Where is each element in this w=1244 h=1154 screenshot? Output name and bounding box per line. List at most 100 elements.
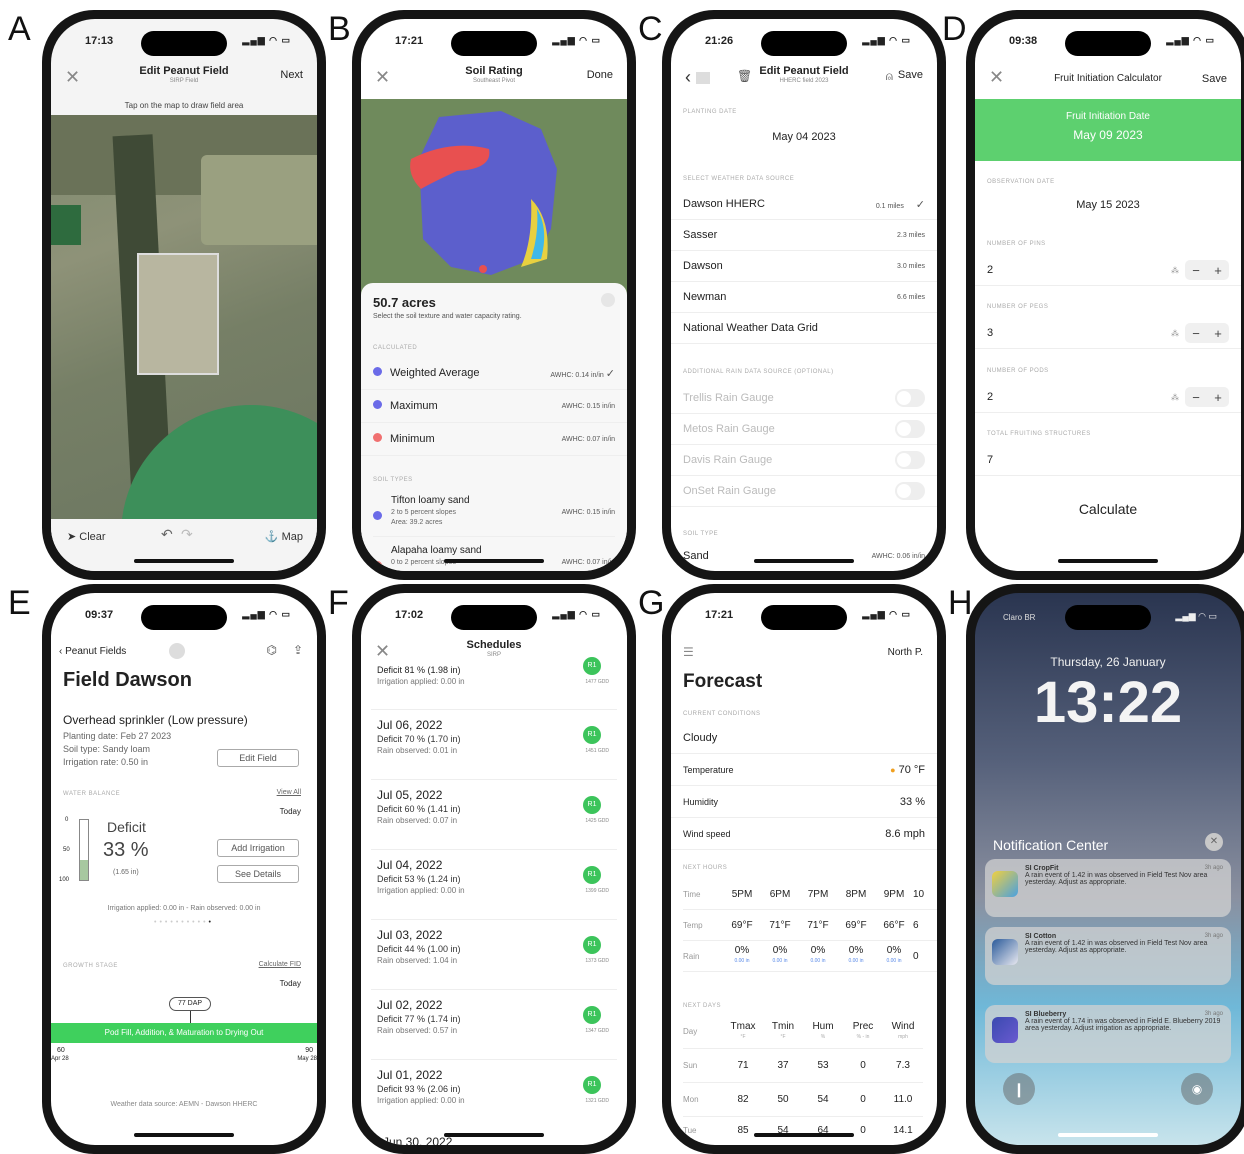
schedule-card[interactable]: Jul 03, 2022 Deficit 44 % (1.00 in) Rain o… [371, 919, 617, 979]
notification[interactable]: SI CropFit 3h ago A rain event of 1.42 i… [985, 859, 1231, 917]
calculate-button[interactable]: Calculate [975, 501, 1241, 517]
scale-icon[interactable]: ⁂ [1171, 329, 1179, 338]
scale-icon[interactable]: ⁂ [1171, 266, 1179, 275]
gauge-row[interactable]: Davis Rain Gauge [671, 445, 937, 476]
planting-date-value[interactable]: May 04 2023 [671, 131, 937, 143]
clear-button[interactable]: ➤ Clear [67, 530, 106, 543]
section-pegs: NUMBER OF PEGS [987, 304, 1049, 310]
save-button[interactable]: Save [898, 69, 923, 81]
rating-row[interactable]: Weighted Average AWHC: 0.14 in/in ✓ [361, 357, 627, 390]
gauge-toggle[interactable] [895, 451, 925, 469]
schedule-card[interactable]: Jul 04, 2022 Deficit 53 % (1.24 in) Irriga… [371, 849, 617, 909]
blueberry-app-icon [992, 1017, 1018, 1043]
notification[interactable]: SI Blueberry 3h ago A rain event of 1.74… [985, 1005, 1231, 1063]
panel-letter-g: G [638, 584, 665, 622]
notif-time: 3h ago [1204, 933, 1223, 939]
schedule-card[interactable]: Jul 05, 2022 Deficit 60 % (1.41 in) Rain o… [371, 779, 617, 839]
col-unit: % [820, 1033, 826, 1040]
observation-date-value[interactable]: May 15 2023 [975, 199, 1241, 211]
rating-row[interactable]: Maximum AWHC: 0.15 in/in [361, 390, 627, 423]
pegs-value: 3 [987, 327, 994, 339]
soil-item[interactable]: Alapaha loamy sand 0 to 2 percent slopes… [373, 545, 615, 571]
dap-badge: 77 DAP [169, 997, 211, 1011]
sheet-close-icon[interactable] [601, 293, 615, 307]
soil-type-row[interactable]: Sand AWHC: 0.06 in/in [671, 545, 937, 567]
user-icon[interactable]: ⍝ [886, 69, 893, 84]
rating-row[interactable]: Minimum AWHC: 0.07 in/in [361, 423, 627, 456]
flashlight-icon[interactable]: ❙ [1003, 1073, 1035, 1105]
schedule-card[interactable]: Jul 02, 2022 Deficit 77 % (1.74 in) Rain o… [371, 989, 617, 1049]
status-time: 09:38 [1009, 35, 1038, 47]
page-dots[interactable]: ••••••••••• [51, 919, 317, 926]
map-button[interactable]: ⚓ Map [265, 530, 303, 543]
stage-label: Pod Fill, Addition, & Maturation to Dryi… [104, 1028, 264, 1037]
see-details-button[interactable]: See Details [217, 865, 299, 883]
soil-map[interactable] [361, 99, 627, 299]
gauge-row[interactable]: Metos Rain Gauge [671, 414, 937, 445]
clear-notifications-icon[interactable]: ✕ [1205, 833, 1223, 851]
view-all-link[interactable]: View All [277, 789, 301, 796]
page-title: Field Dawson [63, 669, 192, 691]
pins-stepper[interactable]: − + [1185, 260, 1229, 280]
menu-icon[interactable]: ☰ [683, 645, 694, 659]
gauge-toggle[interactable] [895, 389, 925, 407]
notification-center-title: Notification Center [993, 837, 1109, 853]
pegs-stepper[interactable]: − + [1185, 323, 1229, 343]
notification[interactable]: SI Cotton 3h ago A rain event of 1.42 in… [985, 927, 1231, 985]
station-row[interactable]: Newman 6.6 miles [671, 282, 937, 313]
growth-stage-bar: Pod Fill, Addition, & Maturation to Dryi… [51, 1023, 317, 1043]
share-icon[interactable]: ⇪ [293, 643, 303, 657]
undo-icon[interactable]: ↶ [161, 526, 173, 543]
station-row[interactable]: Dawson 3.0 miles [671, 251, 937, 282]
card-observed: Rain observed: 0.07 in [377, 816, 458, 825]
panel-letter-d: D [942, 10, 967, 48]
section-planting-date: PLANTING DATE [683, 109, 737, 115]
back-button[interactable]: ‹ Peanut Fields [59, 646, 126, 657]
station-row[interactable]: Dawson HHERC 0.1 miles ✓ [671, 189, 937, 220]
schedule-card[interactable]: Jul 01, 2022 Deficit 93 % (2.06 in) Irriga… [371, 1059, 617, 1119]
satellite-map[interactable] [51, 115, 317, 529]
pods-stepper[interactable]: − + [1185, 387, 1229, 407]
schedule-card-partial[interactable]: Deficit 81 % (1.98 in) Irrigation applie… [371, 657, 617, 705]
card-deficit: Deficit 44 % (1.00 in) [377, 944, 461, 954]
notif-app: SI Blueberry [1025, 1011, 1067, 1018]
gauge-row[interactable]: Trellis Rain Gauge [671, 383, 937, 414]
done-button[interactable]: Done [587, 69, 613, 81]
schedule-card[interactable]: Jul 06, 2022 Deficit 70 % (1.70 in) Rain o… [371, 709, 617, 769]
soil-name: Alapaha loamy sand [391, 545, 482, 556]
soil-item[interactable]: Tifton loamy sand 2 to 5 percent slopes … [373, 495, 615, 537]
gauge-toggle[interactable] [895, 420, 925, 438]
scale-icon[interactable]: ⁂ [1171, 393, 1179, 402]
calculate-fid-link[interactable]: Calculate FID [259, 961, 301, 968]
rating-label: Maximum [390, 400, 438, 412]
station-row[interactable]: Sasser 2.3 miles [671, 220, 937, 251]
soil-type-awhc: AWHC: 0.06 in/in [871, 552, 925, 560]
dot-icon [373, 400, 382, 409]
station-name: National Weather Data Grid [683, 322, 818, 334]
rating-value: AWHC: 0.14 in/in [550, 371, 604, 379]
col-header: Hum [812, 1020, 834, 1032]
edit-field-button[interactable]: Edit Field [217, 749, 299, 767]
satellite-icon[interactable]: ⌬ [267, 643, 277, 657]
hour-cell: 9PM [883, 888, 905, 900]
gauge-toggle[interactable] [895, 482, 925, 500]
acres-title: 50.7 acres [373, 295, 436, 310]
hours-table[interactable]: Time 5PM 6PM 7PM 8PM 9PM 10 Temp 69°F 71°F 71°F… [683, 879, 937, 972]
save-button[interactable]: Save [1202, 73, 1227, 85]
add-irrigation-button[interactable]: Add Irrigation [217, 839, 299, 857]
rain-in-cell: 0.00 in [886, 958, 902, 964]
station-name: Dawson HHERC [683, 198, 765, 210]
card-date: Jul 03, 2022 [377, 928, 443, 942]
redo-icon[interactable]: ↷ [181, 526, 193, 543]
section-total: TOTAL FRUITING STRUCTURES [987, 431, 1091, 437]
location-label[interactable]: North P. [888, 647, 923, 658]
card-deficit: Deficit 70 % (1.70 in) [377, 734, 461, 744]
gauge-row[interactable]: OnSet Rain Gauge [671, 476, 937, 507]
phone-g: 17:21 ▂▄▆ ◠ ▭ ☰ North P. Forecast CURRENT… [662, 584, 946, 1154]
station-row[interactable]: National Weather Data Grid [671, 313, 937, 344]
camera-icon[interactable]: ◉ [1181, 1073, 1213, 1105]
section-next-days: NEXT DAYS [683, 1003, 721, 1009]
rain-cell: 0% [848, 945, 864, 956]
next-button[interactable]: Next [280, 69, 303, 81]
soil-area: Area: 39.2 acres [391, 519, 443, 526]
